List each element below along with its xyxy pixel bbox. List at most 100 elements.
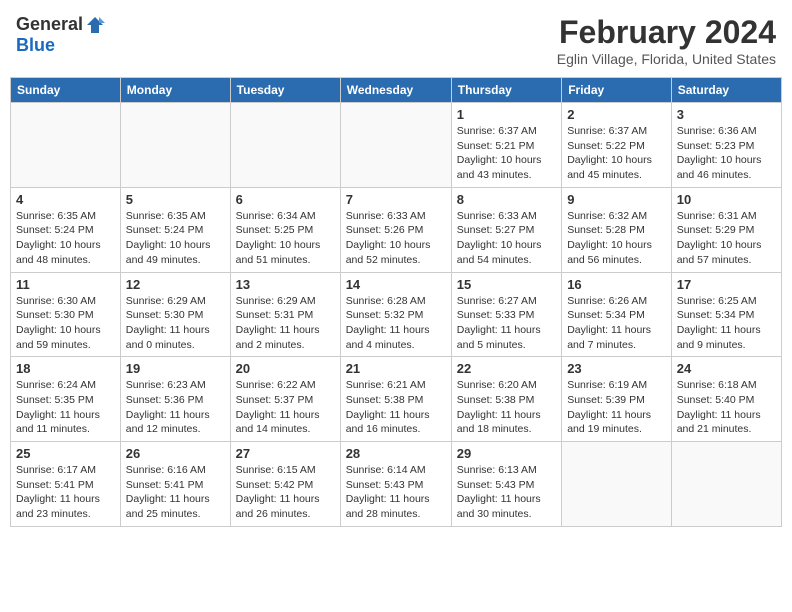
calendar-day-cell: 13 Sunrise: 6:29 AMSunset: 5:31 PMDayligh… bbox=[230, 272, 340, 357]
calendar-header-friday: Friday bbox=[562, 78, 672, 103]
calendar-day-cell bbox=[562, 442, 672, 527]
calendar-day-cell bbox=[230, 103, 340, 188]
calendar-week-row: 18 Sunrise: 6:24 AMSunset: 5:35 PMDayligh… bbox=[11, 357, 782, 442]
calendar-day-cell: 28Sunrise: 6:14 AMSunset: 5:43 PMDayligh… bbox=[340, 442, 451, 527]
day-number: 17 bbox=[677, 277, 776, 292]
calendar-header-monday: Monday bbox=[120, 78, 230, 103]
day-number: 15 bbox=[457, 277, 556, 292]
calendar-day-cell: 20Sunrise: 6:22 AMSunset: 5:37 PMDayligh… bbox=[230, 357, 340, 442]
day-info: Sunrise: 6:16 AMSunset: 5:41 PMDaylight:… bbox=[126, 463, 225, 522]
logo-icon bbox=[85, 15, 105, 35]
day-number: 14 bbox=[346, 277, 446, 292]
calendar-day-cell: 5 Sunrise: 6:35 AMSunset: 5:24 PMDaylight… bbox=[120, 187, 230, 272]
calendar-day-cell: 11 Sunrise: 6:30 AMSunset: 5:30 PMDayligh… bbox=[11, 272, 121, 357]
day-number: 5 bbox=[126, 192, 225, 207]
calendar-day-cell: 1 Sunrise: 6:37 AMSunset: 5:21 PMDaylight… bbox=[451, 103, 561, 188]
calendar-header-sunday: Sunday bbox=[11, 78, 121, 103]
logo-general-text: General bbox=[16, 14, 83, 35]
day-info: Sunrise: 6:33 AMSunset: 5:27 PMDaylight:… bbox=[457, 209, 556, 268]
calendar-day-cell: 12 Sunrise: 6:29 AMSunset: 5:30 PMDayligh… bbox=[120, 272, 230, 357]
calendar-day-cell bbox=[671, 442, 781, 527]
calendar-header-tuesday: Tuesday bbox=[230, 78, 340, 103]
day-info: Sunrise: 6:18 AMSunset: 5:40 PMDaylight:… bbox=[677, 378, 776, 437]
day-number: 1 bbox=[457, 107, 556, 122]
day-number: 6 bbox=[236, 192, 335, 207]
day-number: 28 bbox=[346, 446, 446, 461]
calendar-day-cell bbox=[11, 103, 121, 188]
calendar-header-wednesday: Wednesday bbox=[340, 78, 451, 103]
day-info: Sunrise: 6:15 AMSunset: 5:42 PMDaylight:… bbox=[236, 463, 335, 522]
day-number: 25 bbox=[16, 446, 115, 461]
calendar-header-saturday: Saturday bbox=[671, 78, 781, 103]
day-number: 4 bbox=[16, 192, 115, 207]
calendar-day-cell: 24 Sunrise: 6:18 AMSunset: 5:40 PMDayligh… bbox=[671, 357, 781, 442]
calendar-day-cell: 8 Sunrise: 6:33 AMSunset: 5:27 PMDaylight… bbox=[451, 187, 561, 272]
day-number: 23 bbox=[567, 361, 666, 376]
day-info: Sunrise: 6:21 AMSunset: 5:38 PMDaylight:… bbox=[346, 378, 446, 437]
calendar-day-cell: 25 Sunrise: 6:17 AMSunset: 5:41 PMDayligh… bbox=[11, 442, 121, 527]
calendar-day-cell bbox=[120, 103, 230, 188]
calendar-day-cell: 2 Sunrise: 6:37 AMSunset: 5:22 PMDaylight… bbox=[562, 103, 672, 188]
day-number: 16 bbox=[567, 277, 666, 292]
day-info: Sunrise: 6:24 AMSunset: 5:35 PMDaylight:… bbox=[16, 378, 115, 437]
day-info: Sunrise: 6:35 AMSunset: 5:24 PMDaylight:… bbox=[126, 209, 225, 268]
calendar-day-cell: 4 Sunrise: 6:35 AMSunset: 5:24 PMDaylight… bbox=[11, 187, 121, 272]
calendar-day-cell: 3Sunrise: 6:36 AMSunset: 5:23 PMDaylight… bbox=[671, 103, 781, 188]
day-info: Sunrise: 6:25 AMSunset: 5:34 PMDaylight:… bbox=[677, 294, 776, 353]
day-info: Sunrise: 6:13 AMSunset: 5:43 PMDaylight:… bbox=[457, 463, 556, 522]
day-info: Sunrise: 6:28 AMSunset: 5:32 PMDaylight:… bbox=[346, 294, 446, 353]
day-number: 18 bbox=[16, 361, 115, 376]
day-number: 26 bbox=[126, 446, 225, 461]
day-info: Sunrise: 6:37 AMSunset: 5:22 PMDaylight:… bbox=[567, 124, 666, 183]
day-info: Sunrise: 6:33 AMSunset: 5:26 PMDaylight:… bbox=[346, 209, 446, 268]
day-number: 3 bbox=[677, 107, 776, 122]
calendar-day-cell: 14 Sunrise: 6:28 AMSunset: 5:32 PMDayligh… bbox=[340, 272, 451, 357]
calendar-day-cell: 15 Sunrise: 6:27 AMSunset: 5:33 PMDayligh… bbox=[451, 272, 561, 357]
day-number: 8 bbox=[457, 192, 556, 207]
day-number: 24 bbox=[677, 361, 776, 376]
calendar-day-cell bbox=[340, 103, 451, 188]
logo-blue-text: Blue bbox=[16, 35, 55, 56]
day-info: Sunrise: 6:29 AMSunset: 5:30 PMDaylight:… bbox=[126, 294, 225, 353]
day-number: 27 bbox=[236, 446, 335, 461]
day-number: 2 bbox=[567, 107, 666, 122]
calendar-day-cell: 10Sunrise: 6:31 AMSunset: 5:29 PMDayligh… bbox=[671, 187, 781, 272]
calendar-day-cell: 27 Sunrise: 6:15 AMSunset: 5:42 PMDayligh… bbox=[230, 442, 340, 527]
calendar-day-cell: 18 Sunrise: 6:24 AMSunset: 5:35 PMDayligh… bbox=[11, 357, 121, 442]
day-info: Sunrise: 6:17 AMSunset: 5:41 PMDaylight:… bbox=[16, 463, 115, 522]
title-area: February 2024 Eglin Village, Florida, Un… bbox=[557, 14, 776, 67]
calendar-day-cell: 29Sunrise: 6:13 AMSunset: 5:43 PMDayligh… bbox=[451, 442, 561, 527]
calendar-week-row: 1 Sunrise: 6:37 AMSunset: 5:21 PMDaylight… bbox=[11, 103, 782, 188]
calendar-week-row: 4 Sunrise: 6:35 AMSunset: 5:24 PMDaylight… bbox=[11, 187, 782, 272]
calendar-day-cell: 16 Sunrise: 6:26 AMSunset: 5:34 PMDayligh… bbox=[562, 272, 672, 357]
day-number: 9 bbox=[567, 192, 666, 207]
day-number: 13 bbox=[236, 277, 335, 292]
calendar-day-cell: 9 Sunrise: 6:32 AMSunset: 5:28 PMDaylight… bbox=[562, 187, 672, 272]
day-info: Sunrise: 6:27 AMSunset: 5:33 PMDaylight:… bbox=[457, 294, 556, 353]
calendar-day-cell: 6 Sunrise: 6:34 AMSunset: 5:25 PMDaylight… bbox=[230, 187, 340, 272]
day-number: 21 bbox=[346, 361, 446, 376]
header: General Blue February 2024 Eglin Village… bbox=[10, 10, 782, 71]
day-info: Sunrise: 6:34 AMSunset: 5:25 PMDaylight:… bbox=[236, 209, 335, 268]
location-title: Eglin Village, Florida, United States bbox=[557, 51, 776, 67]
day-number: 20 bbox=[236, 361, 335, 376]
day-info: Sunrise: 6:35 AMSunset: 5:24 PMDaylight:… bbox=[16, 209, 115, 268]
day-info: Sunrise: 6:37 AMSunset: 5:21 PMDaylight:… bbox=[457, 124, 556, 183]
day-number: 12 bbox=[126, 277, 225, 292]
day-info: Sunrise: 6:30 AMSunset: 5:30 PMDaylight:… bbox=[16, 294, 115, 353]
calendar-day-cell: 19Sunrise: 6:23 AMSunset: 5:36 PMDayligh… bbox=[120, 357, 230, 442]
day-info: Sunrise: 6:32 AMSunset: 5:28 PMDaylight:… bbox=[567, 209, 666, 268]
calendar-day-cell: 22Sunrise: 6:20 AMSunset: 5:38 PMDayligh… bbox=[451, 357, 561, 442]
month-title: February 2024 bbox=[557, 14, 776, 51]
day-number: 11 bbox=[16, 277, 115, 292]
calendar-header-row: SundayMondayTuesdayWednesdayThursdayFrid… bbox=[11, 78, 782, 103]
calendar-week-row: 11 Sunrise: 6:30 AMSunset: 5:30 PMDayligh… bbox=[11, 272, 782, 357]
calendar-day-cell: 26 Sunrise: 6:16 AMSunset: 5:41 PMDayligh… bbox=[120, 442, 230, 527]
day-info: Sunrise: 6:29 AMSunset: 5:31 PMDaylight:… bbox=[236, 294, 335, 353]
calendar-week-row: 25 Sunrise: 6:17 AMSunset: 5:41 PMDayligh… bbox=[11, 442, 782, 527]
day-info: Sunrise: 6:26 AMSunset: 5:34 PMDaylight:… bbox=[567, 294, 666, 353]
calendar-day-cell: 7 Sunrise: 6:33 AMSunset: 5:26 PMDaylight… bbox=[340, 187, 451, 272]
calendar-table: SundayMondayTuesdayWednesdayThursdayFrid… bbox=[10, 77, 782, 527]
day-number: 7 bbox=[346, 192, 446, 207]
calendar-day-cell: 21 Sunrise: 6:21 AMSunset: 5:38 PMDayligh… bbox=[340, 357, 451, 442]
